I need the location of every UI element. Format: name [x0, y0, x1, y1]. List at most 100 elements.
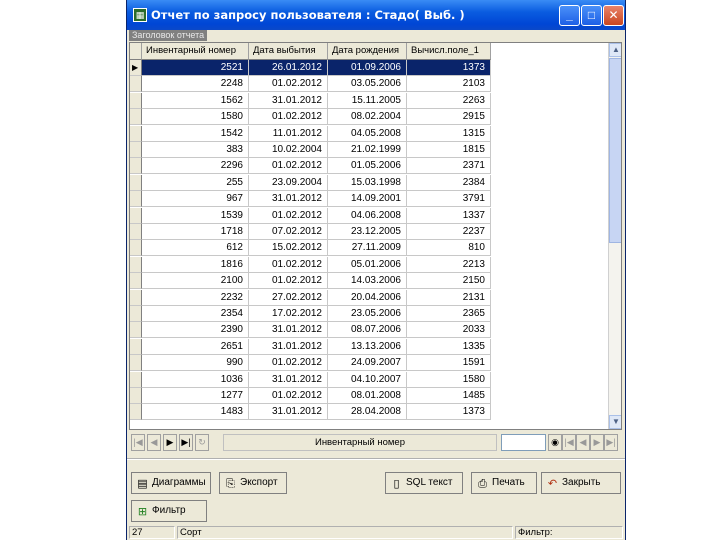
row-indicator[interactable]: [130, 109, 142, 126]
report-app-icon[interactable]: ▦: [133, 8, 147, 22]
table-row[interactable]: 1718 07.02.2012 23.12.2005 2237: [130, 224, 618, 240]
last-match-icon[interactable]: ▶|: [604, 434, 618, 451]
table-row[interactable]: 1562 31.01.2012 15.11.2005 2263: [130, 92, 618, 109]
table-cell[interactable]: 383: [142, 142, 249, 158]
table-cell[interactable]: 2248: [142, 76, 249, 93]
table-cell[interactable]: 2100: [142, 273, 249, 290]
table-cell[interactable]: 15.02.2012: [249, 240, 328, 257]
row-indicator[interactable]: [130, 273, 142, 290]
table-row[interactable]: 2651 31.01.2012 13.13.2006 1335: [130, 338, 618, 355]
table-cell[interactable]: 1542: [142, 125, 249, 142]
table-row[interactable]: 967 31.01.2012 14.09.2001 3791: [130, 191, 618, 208]
table-cell[interactable]: 2232: [142, 289, 249, 306]
table-cell[interactable]: 1562: [142, 92, 249, 109]
table-row[interactable]: 255 23.09.2004 15.03.1998 2384: [130, 174, 618, 191]
filter-button[interactable]: ⊞ Фильтр: [131, 500, 207, 522]
table-cell[interactable]: 2651: [142, 338, 249, 355]
table-cell[interactable]: 2150: [407, 273, 491, 290]
prior-record-icon[interactable]: ◀: [147, 434, 161, 451]
row-indicator[interactable]: [130, 355, 142, 372]
table-cell[interactable]: 810: [407, 240, 491, 257]
scroll-down-button[interactable]: ▼: [609, 415, 621, 429]
table-cell[interactable]: 23.09.2004: [249, 174, 328, 191]
table-cell[interactable]: 27.02.2012: [249, 289, 328, 306]
table-cell[interactable]: 01.09.2006: [328, 60, 407, 76]
table-cell[interactable]: 1373: [407, 404, 491, 421]
table-cell[interactable]: 2390: [142, 322, 249, 339]
table-cell[interactable]: 15.11.2005: [328, 92, 407, 109]
table-cell[interactable]: 31.01.2012: [249, 322, 328, 339]
table-cell[interactable]: 01.02.2012: [249, 207, 328, 224]
row-indicator[interactable]: [130, 142, 142, 158]
table-cell[interactable]: 24.09.2007: [328, 355, 407, 372]
export-button[interactable]: ⎘ Экспорт: [219, 472, 287, 494]
table-cell[interactable]: 1580: [142, 109, 249, 126]
table-row[interactable]: 1542 11.01.2012 04.05.2008 1315: [130, 125, 618, 142]
table-cell[interactable]: 2131: [407, 289, 491, 306]
first-record-icon[interactable]: |◀: [131, 434, 145, 451]
table-cell[interactable]: 01.02.2012: [249, 158, 328, 175]
scroll-up-button[interactable]: ▲: [609, 43, 621, 57]
table-cell[interactable]: 13.13.2006: [328, 338, 407, 355]
table-cell[interactable]: 03.05.2006: [328, 76, 407, 93]
table-cell[interactable]: 23.05.2006: [328, 306, 407, 322]
row-indicator[interactable]: [130, 289, 142, 306]
table-cell[interactable]: 1539: [142, 207, 249, 224]
row-indicator[interactable]: [130, 76, 142, 93]
row-indicator[interactable]: [130, 125, 142, 142]
table-cell[interactable]: 04.06.2008: [328, 207, 407, 224]
table-cell[interactable]: 3791: [407, 191, 491, 208]
next-record-icon[interactable]: ▶: [163, 434, 177, 451]
sql-text-button[interactable]: ▯ SQL текст: [385, 472, 463, 494]
table-cell[interactable]: 1315: [407, 125, 491, 142]
table-cell[interactable]: 28.04.2008: [328, 404, 407, 421]
table-cell[interactable]: 2103: [407, 76, 491, 93]
table-cell[interactable]: 2384: [407, 174, 491, 191]
row-indicator[interactable]: [130, 92, 142, 109]
table-cell[interactable]: 612: [142, 240, 249, 257]
table-cell[interactable]: 31.01.2012: [249, 191, 328, 208]
table-cell[interactable]: 01.02.2012: [249, 256, 328, 273]
table-cell[interactable]: 11.01.2012: [249, 125, 328, 142]
table-row[interactable]: 1277 01.02.2012 08.01.2008 1485: [130, 388, 618, 404]
table-row[interactable]: 2354 17.02.2012 23.05.2006 2365: [130, 306, 618, 322]
table-row[interactable]: ▶ 2521 26.01.2012 01.09.2006 1373: [130, 60, 618, 76]
table-cell[interactable]: 17.02.2012: [249, 306, 328, 322]
row-indicator[interactable]: [130, 224, 142, 240]
table-cell[interactable]: 31.01.2012: [249, 338, 328, 355]
row-indicator[interactable]: [130, 404, 142, 421]
table-cell[interactable]: 2915: [407, 109, 491, 126]
table-cell[interactable]: 1483: [142, 404, 249, 421]
row-indicator[interactable]: [130, 207, 142, 224]
table-cell[interactable]: 07.02.2012: [249, 224, 328, 240]
table-cell[interactable]: 14.03.2006: [328, 273, 407, 290]
print-button[interactable]: ⎙ Печать: [471, 472, 537, 494]
table-row[interactable]: 612 15.02.2012 27.11.2009 810: [130, 240, 618, 257]
row-indicator-arrow-icon[interactable]: ▶: [130, 60, 142, 76]
close-button[interactable]: ↶ Закрыть: [541, 472, 621, 494]
table-row[interactable]: 2296 01.02.2012 01.05.2006 2371: [130, 158, 618, 175]
vertical-scrollbar[interactable]: ▲ ▼: [608, 43, 621, 429]
last-record-icon[interactable]: ▶|: [179, 434, 193, 451]
table-cell[interactable]: 2237: [407, 224, 491, 240]
table-cell[interactable]: 01.02.2012: [249, 388, 328, 404]
table-cell[interactable]: 31.01.2012: [249, 371, 328, 388]
row-indicator[interactable]: [130, 371, 142, 388]
maximize-button[interactable]: □: [581, 5, 602, 26]
table-cell[interactable]: 23.12.2005: [328, 224, 407, 240]
prior-match-icon[interactable]: ◀: [576, 434, 590, 451]
table-cell[interactable]: 990: [142, 355, 249, 372]
table-cell[interactable]: 08.01.2008: [328, 388, 407, 404]
table-cell[interactable]: 2354: [142, 306, 249, 322]
table-row[interactable]: 990 01.02.2012 24.09.2007 1591: [130, 355, 618, 372]
column-header-birth-date[interactable]: Дата рождения: [328, 43, 407, 60]
table-cell[interactable]: 08.07.2006: [328, 322, 407, 339]
column-header-inventory[interactable]: Инвентарный номер: [142, 43, 249, 60]
table-cell[interactable]: 31.01.2012: [249, 92, 328, 109]
first-match-icon[interactable]: |◀: [562, 434, 576, 451]
table-cell[interactable]: 27.11.2009: [328, 240, 407, 257]
navigator-search-input[interactable]: [501, 434, 546, 451]
table-row[interactable]: 1816 01.02.2012 05.01.2006 2213: [130, 256, 618, 273]
diagrams-button[interactable]: ▤ Диаграммы: [131, 472, 211, 494]
row-indicator[interactable]: [130, 322, 142, 339]
